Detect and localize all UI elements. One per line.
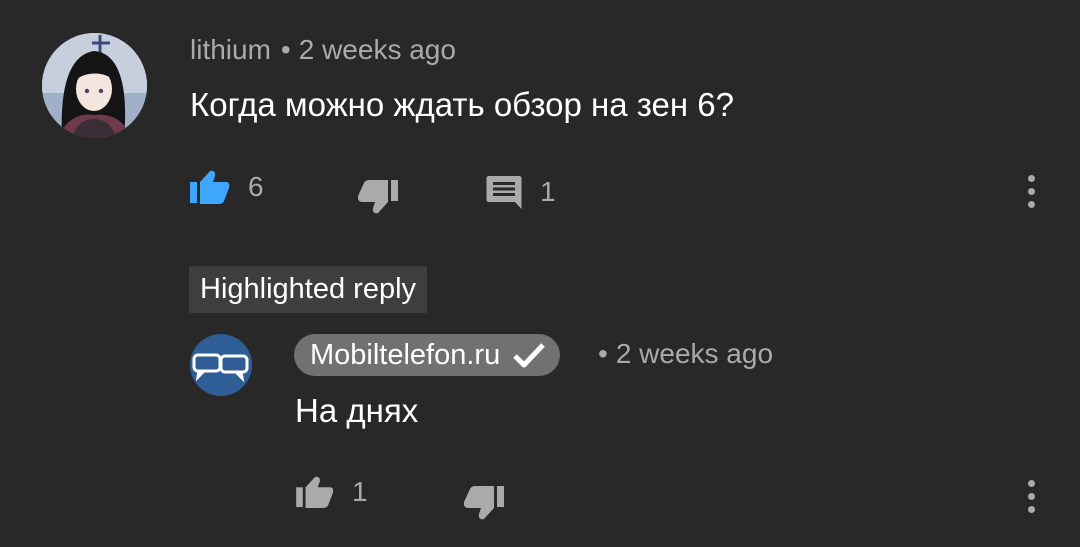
- reply-meta: • 2 weeks ago: [598, 338, 773, 370]
- comment-time[interactable]: 2 weeks ago: [299, 34, 456, 66]
- comment-icon: [486, 176, 522, 209]
- channel-name-badge[interactable]: Mobiltelefon.ru: [294, 334, 561, 376]
- like-button[interactable]: 6: [190, 170, 264, 204]
- thumbs-up-icon: [296, 476, 334, 508]
- reply-time[interactable]: 2 weeks ago: [616, 338, 773, 370]
- anime-avatar-icon: [42, 33, 147, 138]
- thumbs-up-icon: [190, 170, 230, 204]
- comment-meta: lithium • 2 weeks ago: [190, 34, 456, 66]
- meta-separator: •: [598, 338, 608, 369]
- comment-author[interactable]: lithium: [190, 34, 271, 66]
- highlighted-reply-badge: Highlighted reply: [189, 266, 428, 313]
- reply-like-button[interactable]: 1: [296, 476, 368, 508]
- reply-text: На днях: [295, 392, 419, 429]
- chat-bubbles-logo-icon: [192, 353, 249, 383]
- reply-like-count: 1: [352, 476, 368, 507]
- channel-avatar[interactable]: [190, 334, 252, 396]
- thumbs-down-icon: [358, 180, 398, 214]
- reply-button[interactable]: 1: [486, 174, 556, 210]
- reply-count: 1: [540, 176, 556, 207]
- verified-check-icon: [513, 343, 546, 368]
- like-count: 6: [248, 171, 264, 202]
- reply-dislike-button[interactable]: [464, 486, 504, 522]
- dislike-button[interactable]: [358, 180, 398, 216]
- comment-text: Когда можно ждать обзор на зен 6?: [190, 86, 734, 123]
- comment-thread: lithium • 2 weeks ago Когда можно ждать …: [0, 0, 1080, 547]
- more-options-icon[interactable]: [1028, 175, 1036, 214]
- meta-separator: •: [280, 34, 291, 65]
- reply-author: Mobiltelefon.ru: [310, 338, 501, 371]
- reply-more-options-icon[interactable]: [1028, 480, 1036, 519]
- user-avatar[interactable]: [42, 33, 147, 138]
- thumbs-down-icon: [464, 486, 504, 520]
